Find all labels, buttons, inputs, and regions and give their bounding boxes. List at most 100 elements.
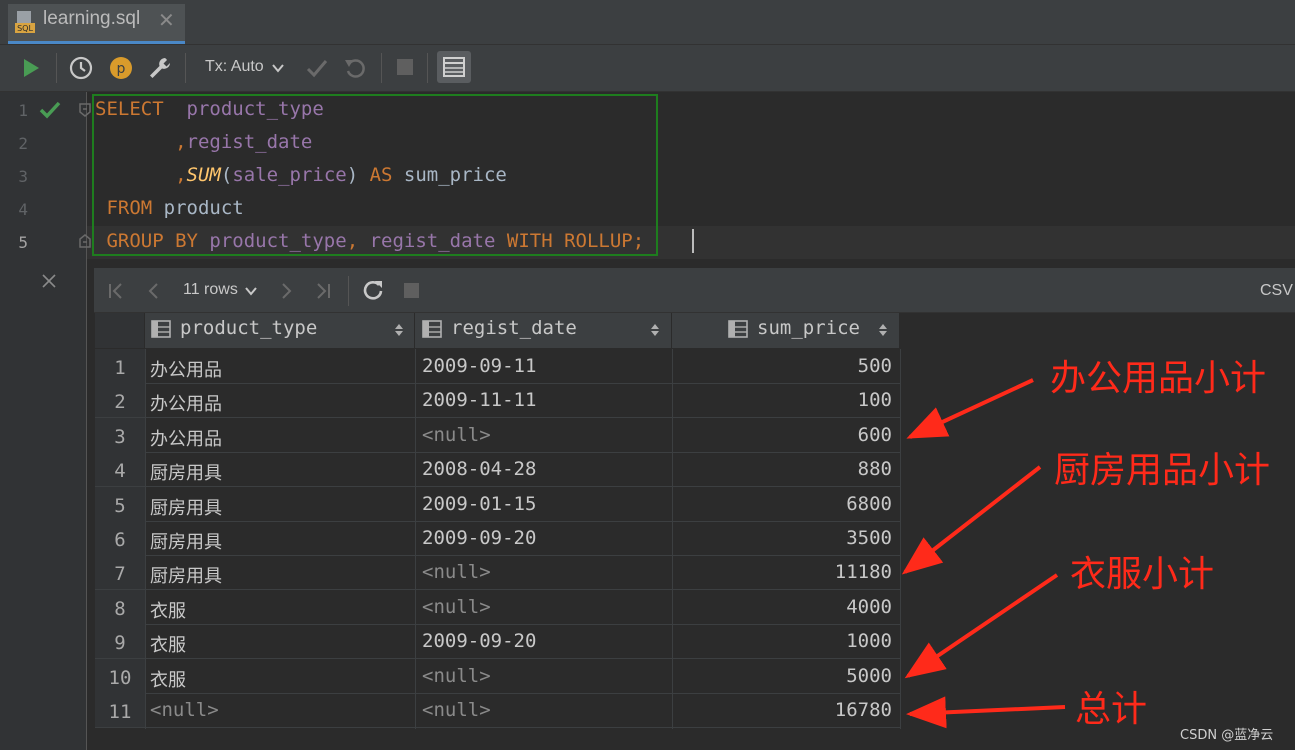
- table-cell[interactable]: 11180: [680, 561, 892, 583]
- stop-icon[interactable]: [396, 58, 414, 76]
- table-column-icon: [151, 320, 171, 338]
- row-divider: [95, 624, 900, 625]
- column-header-label: product_type: [180, 317, 318, 339]
- table-cell[interactable]: 办公用品: [150, 356, 410, 382]
- table-cell[interactable]: 600: [680, 424, 892, 446]
- profile-icon[interactable]: p: [108, 55, 134, 81]
- table-cell[interactable]: 办公用品: [150, 425, 410, 451]
- table-cell[interactable]: 办公用品: [150, 390, 410, 416]
- watermark: CSDN @蓝净云: [1180, 728, 1274, 743]
- row-number-header: [95, 313, 145, 348]
- row-number: 7: [95, 555, 145, 589]
- table-cell[interactable]: 4000: [680, 596, 892, 618]
- table-cell[interactable]: 衣服: [150, 666, 410, 692]
- table-cell[interactable]: 厨房用具: [150, 459, 410, 485]
- table-cell[interactable]: 500: [680, 355, 892, 377]
- annotation-kitchen-subtotal: 厨房用品小计: [1054, 450, 1271, 491]
- table-column-icon: [728, 320, 748, 338]
- checkmark-icon: [39, 101, 61, 119]
- table-cell[interactable]: 2009-09-20: [422, 527, 662, 549]
- table-cell[interactable]: 100: [680, 389, 892, 411]
- table-cell[interactable]: 16780: [680, 699, 892, 721]
- run-icon[interactable]: [20, 57, 42, 79]
- results-toolbar: [94, 268, 1295, 313]
- table-cell[interactable]: 880: [680, 458, 892, 480]
- table-cell[interactable]: <null>: [422, 699, 662, 721]
- row-divider: [95, 452, 900, 453]
- row-number: 1: [95, 349, 145, 383]
- table-cell[interactable]: 2009-09-20: [422, 630, 662, 652]
- column-header-label: sum_price: [757, 317, 860, 339]
- fold-end-icon[interactable]: [78, 233, 92, 249]
- editor-tab-bar: [0, 0, 1295, 45]
- fold-icon[interactable]: [78, 102, 92, 118]
- next-page-icon[interactable]: [276, 281, 296, 301]
- column-header-label: regist_date: [451, 317, 577, 339]
- table-cell[interactable]: 厨房用具: [150, 494, 410, 520]
- sort-icon[interactable]: [649, 322, 661, 338]
- commit-icon[interactable]: [305, 56, 329, 80]
- column-divider: [415, 349, 416, 729]
- chevron-down-icon[interactable]: [270, 62, 286, 74]
- stop-icon[interactable]: [403, 282, 420, 299]
- previous-page-icon[interactable]: [144, 281, 164, 301]
- toolbar-separator: [56, 53, 57, 83]
- column-divider: [672, 349, 673, 729]
- text-caret: [692, 229, 694, 253]
- row-number: 4: [95, 452, 145, 486]
- row-count-label[interactable]: 11 rows: [183, 281, 238, 299]
- table-cell[interactable]: <null>: [422, 596, 662, 618]
- row-divider: [95, 486, 900, 487]
- toolbar-separator: [381, 53, 382, 83]
- table-cell[interactable]: 厨房用具: [150, 528, 410, 554]
- table-cell[interactable]: 3500: [680, 527, 892, 549]
- table-cell[interactable]: 衣服: [150, 597, 410, 623]
- query-highlight-box: [92, 94, 658, 256]
- output-table-icon[interactable]: [437, 51, 471, 83]
- sort-icon[interactable]: [393, 322, 405, 338]
- close-icon[interactable]: [40, 272, 58, 290]
- export-format-csv[interactable]: CSV: [1260, 282, 1293, 300]
- close-icon[interactable]: ✕: [158, 8, 175, 32]
- row-number: 9: [95, 624, 145, 658]
- history-icon[interactable]: [68, 55, 94, 81]
- table-cell[interactable]: <null>: [422, 561, 662, 583]
- refresh-icon[interactable]: [362, 279, 384, 301]
- table-cell[interactable]: <null>: [422, 424, 662, 446]
- rollback-icon[interactable]: [343, 56, 367, 80]
- table-cell[interactable]: 5000: [680, 665, 892, 687]
- row-number: 8: [95, 590, 145, 624]
- first-page-icon[interactable]: [106, 281, 126, 301]
- last-page-icon[interactable]: [313, 281, 333, 301]
- row-divider: [95, 521, 900, 522]
- row-number: 6: [95, 521, 145, 555]
- row-divider: [95, 658, 900, 659]
- chevron-down-icon[interactable]: [244, 286, 258, 296]
- table-cell[interactable]: 6800: [680, 493, 892, 515]
- row-divider: [95, 693, 900, 694]
- table-cell[interactable]: 2009-01-15: [422, 493, 662, 515]
- table-cell[interactable]: 2008-04-28: [422, 458, 662, 480]
- table-cell[interactable]: 2009-09-11: [422, 355, 662, 377]
- table-cell[interactable]: <null>: [422, 665, 662, 687]
- line-number: 3: [18, 167, 28, 186]
- tab-label: learning.sql: [43, 8, 141, 29]
- table-cell[interactable]: 2009-11-11: [422, 389, 662, 411]
- column-divider: [145, 349, 146, 729]
- table-cell[interactable]: 衣服: [150, 631, 410, 657]
- row-divider: [95, 555, 900, 556]
- sort-icon[interactable]: [877, 322, 889, 338]
- editor-toolbar: [0, 45, 1295, 92]
- toolbar-separator: [427, 53, 428, 83]
- row-number: 5: [95, 487, 145, 521]
- row-number: 10: [95, 659, 145, 693]
- table-cell[interactable]: <null>: [150, 699, 410, 721]
- annotation-grand-total: 总计: [1075, 689, 1148, 730]
- annotation-office-subtotal: 办公用品小计: [1050, 358, 1267, 399]
- gutter-divider: [86, 92, 87, 750]
- table-cell[interactable]: 厨房用具: [150, 562, 410, 588]
- transaction-mode-label[interactable]: Tx: Auto: [205, 58, 264, 76]
- sql-file-icon: SQL: [15, 11, 35, 33]
- table-cell[interactable]: 1000: [680, 630, 892, 652]
- wrench-icon[interactable]: [147, 55, 173, 81]
